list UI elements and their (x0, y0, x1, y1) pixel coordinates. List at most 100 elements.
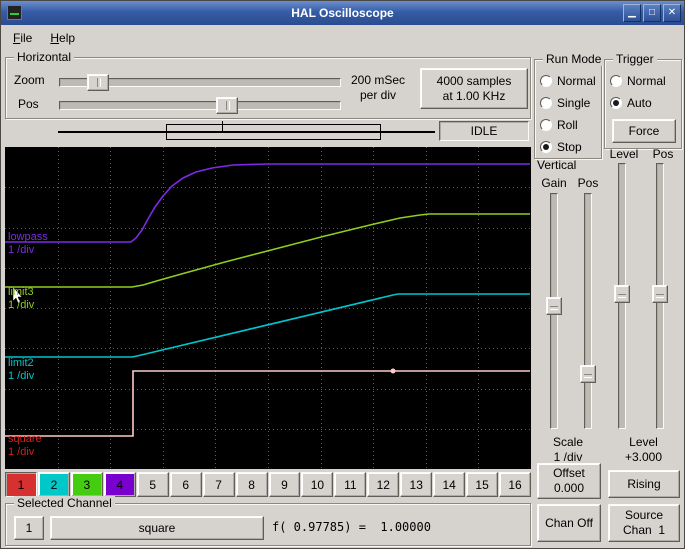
scale-value: 1 /div (553, 450, 583, 464)
run-mode-frame-label: Run Mode (543, 52, 605, 66)
radio-label: Single (557, 96, 591, 110)
horizontal-pos-slider-handle[interactable] (216, 97, 238, 114)
offset-line2: 0.000 (553, 481, 585, 495)
trace-limit3 (5, 213, 530, 288)
force-trigger-button[interactable]: Force (612, 119, 676, 143)
trigger-source-button[interactable]: Source Chan 1 (608, 504, 680, 542)
radio-icon (540, 119, 552, 131)
trigger-pos-slider[interactable] (651, 163, 669, 429)
trigger-mode-options: Normal Auto (605, 70, 681, 114)
chan-off-button[interactable]: Chan Off (537, 504, 601, 542)
channel-button-16[interactable]: 16 (499, 472, 531, 497)
menu-file[interactable]: File (4, 26, 41, 49)
zoom-slider-handle[interactable] (87, 74, 109, 91)
record-length-button[interactable]: 4000 samples at 1.00 KHz (420, 68, 528, 109)
capture-preview-cursor (222, 121, 223, 132)
trace-label-lowpass: lowpass 1 /div (8, 231, 48, 256)
sweep-rate: 200 mSec per div (343, 73, 413, 103)
radio-icon (540, 75, 552, 87)
trigger-frame-label: Trigger (613, 52, 657, 66)
run-mode-frame: Run Mode Normal Single Roll Stop (534, 52, 605, 159)
window-title: HAL Oscilloscope (291, 6, 394, 20)
trigger-frame: Trigger Normal Auto Force (604, 52, 682, 149)
radio-icon (540, 97, 552, 109)
channel-button-5[interactable]: 5 (136, 472, 169, 497)
selected-channel-frame: Selected Channel 1 square f( 0.97785) = … (5, 496, 531, 546)
sweep-rate-line1: 200 mSec (350, 73, 406, 87)
vertical-pos-slider-label: Pos (577, 176, 599, 190)
channel-button-8[interactable]: 8 (235, 472, 268, 497)
horizontal-pos-slider-trough[interactable] (59, 101, 341, 110)
trace-label-limit2: limit2 1 /div (8, 357, 35, 382)
gain-slider[interactable] (545, 193, 563, 429)
sweep-rate-line2: per div (359, 88, 397, 102)
offset-line1: Offset (553, 466, 585, 480)
vertical-section-label: Vertical (537, 158, 577, 172)
channel-value-readout: f( 0.97785) = 1.00000 (272, 520, 431, 534)
vertical-pos-slider-trough[interactable] (584, 193, 592, 429)
selected-channel-number-button[interactable]: 1 (14, 516, 44, 540)
trigger-option-auto[interactable]: Auto (605, 92, 681, 114)
menu-help[interactable]: Help (41, 26, 84, 49)
trigger-level-slider-label: Level (609, 147, 639, 161)
trigger-edge-button[interactable]: Rising (608, 470, 680, 498)
channel-button-1[interactable]: 1 (5, 472, 37, 497)
trigger-pos-slider-label: Pos (652, 147, 674, 161)
channel-button-9[interactable]: 9 (268, 472, 301, 497)
channel-button-4[interactable]: 4 (103, 472, 136, 497)
trace-label-limit3: limit3 1 /div (8, 286, 35, 311)
zoom-slider[interactable] (59, 73, 341, 92)
radio-label: Normal (627, 74, 666, 88)
trace-label-square: square 1 /div (8, 433, 42, 458)
run-mode-option-roll[interactable]: Roll (535, 114, 601, 136)
capture-preview-window (166, 124, 381, 140)
trace-marker (390, 368, 396, 374)
scope-canvas (5, 147, 531, 469)
offset-button[interactable]: Offset 0.000 (537, 463, 601, 499)
selected-channel-name-button[interactable]: square (50, 516, 264, 540)
radio-label: Roll (557, 118, 578, 132)
trace-square (5, 370, 530, 437)
run-mode-option-single[interactable]: Single (535, 92, 601, 114)
channel-button-6[interactable]: 6 (169, 472, 202, 497)
trigger-level-slider[interactable] (613, 163, 631, 429)
vertical-pos-slider-handle[interactable] (580, 365, 596, 383)
close-icon[interactable]: ✕ (663, 4, 681, 22)
trigger-pos-slider-handle[interactable] (652, 285, 668, 303)
radio-icon (610, 75, 622, 87)
menubar: File Help (2, 26, 684, 49)
run-mode-option-stop[interactable]: Stop (535, 136, 601, 158)
channel-button-row: 1 2 3 4 5 6 7 8 9 10 11 12 13 14 15 16 (5, 472, 532, 497)
status-indicator: IDLE (439, 121, 529, 141)
trace-lowpass (5, 163, 530, 243)
gain-slider-label: Gain (541, 176, 567, 190)
trigger-source-line1: Source (624, 508, 664, 522)
record-length-line2: at 1.00 KHz (442, 88, 506, 103)
minimize-icon[interactable]: ▁ (623, 4, 641, 22)
channel-button-15[interactable]: 15 (466, 472, 499, 497)
horizontal-pos-slider[interactable] (59, 96, 341, 115)
trigger-level-caption: Level (629, 435, 658, 449)
radio-label: Stop (557, 140, 582, 154)
gain-slider-handle[interactable] (546, 297, 562, 315)
channel-button-3[interactable]: 3 (70, 472, 103, 497)
radio-label: Normal (557, 74, 596, 88)
channel-button-10[interactable]: 10 (301, 472, 334, 497)
horizontal-frame-label: Horizontal (14, 50, 75, 64)
run-mode-option-normal[interactable]: Normal (535, 70, 601, 92)
channel-button-7[interactable]: 7 (202, 472, 235, 497)
radio-icon (540, 141, 552, 153)
maximize-icon[interactable]: □ (643, 4, 661, 22)
vertical-pos-slider[interactable] (579, 193, 597, 429)
trigger-level-value: +3.000 (624, 450, 663, 464)
channel-button-2[interactable]: 2 (37, 472, 70, 497)
scope-display: lowpass 1 /div limit3 1 /div limit2 1 /div squ… (5, 147, 531, 469)
run-mode-options: Normal Single Roll Stop (535, 70, 601, 158)
channel-button-13[interactable]: 13 (400, 472, 433, 497)
trigger-option-normal[interactable]: Normal (605, 70, 681, 92)
trigger-level-slider-handle[interactable] (614, 285, 630, 303)
channel-button-14[interactable]: 14 (433, 472, 466, 497)
channel-button-12[interactable]: 12 (367, 472, 400, 497)
channel-button-11[interactable]: 11 (334, 472, 367, 497)
titlebar[interactable]: HAL Oscilloscope ▁ □ ✕ (1, 1, 684, 25)
